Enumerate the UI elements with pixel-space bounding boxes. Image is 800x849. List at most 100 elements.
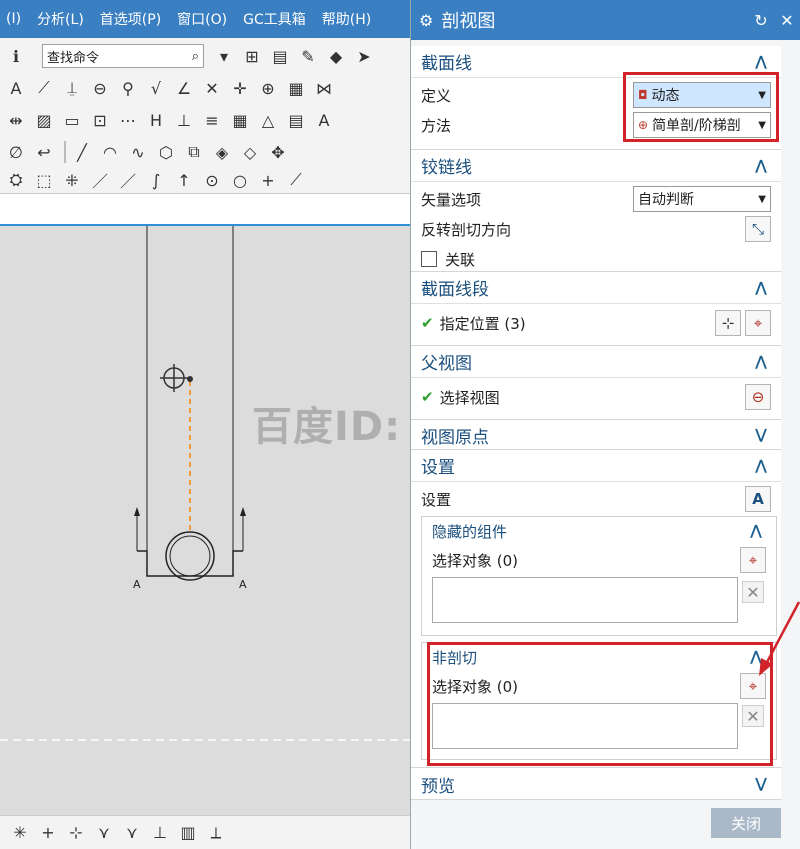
arrow-icon[interactable]: ⋈ (312, 76, 336, 100)
snap-center-icon[interactable]: ⊙ (200, 168, 224, 192)
shape-icon[interactable]: ⬡ (154, 140, 178, 164)
select-object-icon[interactable]: ⌖ (740, 547, 766, 573)
menu-item-help[interactable]: 帮助(H) (322, 9, 371, 29)
line-draw-icon[interactable]: ╱ (70, 140, 94, 164)
font-icon[interactable]: A (312, 108, 336, 132)
arc-icon[interactable]: ◠ (98, 140, 122, 164)
section-header-segment[interactable]: 截面线段 ⋀ (411, 272, 781, 304)
section-header-hinge[interactable]: 铰链线 ⋀ (411, 150, 781, 182)
search-icon[interactable]: ⌕ (192, 49, 199, 64)
hidden-object-list[interactable] (432, 577, 738, 623)
pin-icon[interactable]: ⍊ (60, 76, 84, 100)
section-header-parent[interactable]: 父视图 ⋀ (411, 346, 781, 378)
sub-header-hidden[interactable]: 隐藏的组件 ⋀ (422, 517, 776, 545)
chevron-down-icon[interactable]: ⋁ (751, 776, 771, 792)
zoom-icon[interactable]: ⊖ (88, 76, 112, 100)
snap-curve-icon[interactable]: ∫ (144, 168, 168, 192)
view-create-icon[interactable]: ⧉ (182, 140, 206, 164)
color-icon[interactable]: ◆ (324, 44, 348, 68)
target-icon[interactable]: ⊕ (256, 76, 280, 100)
snap-icon[interactable]: ✛ (228, 76, 252, 100)
dimension-icon[interactable]: ⇹ (4, 108, 28, 132)
undo-icon[interactable]: ↩ (32, 140, 56, 164)
pencil-icon[interactable]: ✎ (296, 44, 320, 68)
gear-icon[interactable]: ⚙ (419, 11, 433, 30)
snap-grid-icon[interactable]: ⁜ (60, 168, 84, 192)
triangle-icon[interactable]: △ (256, 108, 280, 132)
chevron-up-icon[interactable]: ⋀ (746, 523, 766, 539)
vector-select[interactable]: 自动判断 ▼ (633, 186, 771, 212)
dropdown-icon[interactable]: ▾ (212, 44, 236, 68)
menu-item-analysis[interactable]: 分析(L) (37, 9, 84, 29)
sheet-icon[interactable]: ▤ (284, 108, 308, 132)
drawing-canvas[interactable]: A A (0, 226, 410, 815)
select-view-icon[interactable]: ⊖ (745, 384, 771, 410)
perp-snap-icon[interactable]: ⊥ (148, 821, 172, 845)
angle-snap-icon[interactable]: ⋎ (92, 821, 116, 845)
chevron-up-icon[interactable]: ⋀ (751, 458, 771, 474)
hatch-icon[interactable]: ▨ (32, 108, 56, 132)
align-icon[interactable]: ⟂ (204, 821, 228, 845)
line-icon[interactable]: ⟋ (32, 76, 56, 100)
chart-icon[interactable]: ▥ (176, 821, 200, 845)
section-header-preview[interactable]: 预览 ⋁ (411, 768, 781, 800)
arrow-icon[interactable]: ➤ (352, 44, 376, 68)
frame-icon[interactable]: ▭ (60, 108, 84, 132)
angle-snap2-icon[interactable]: ⋎ (120, 821, 144, 845)
menu-item-window[interactable]: 窗口(O) (177, 9, 227, 29)
snap-quadrant-icon[interactable]: ○ (228, 168, 252, 192)
section-header-origin[interactable]: 视图原点 ⋁ (411, 420, 781, 450)
table-icon[interactable]: ▦ (228, 108, 252, 132)
circle-slash-icon[interactable]: ∅ (4, 140, 28, 164)
snap-line-icon[interactable]: ／ (88, 168, 112, 192)
layers-icon[interactable]: ▤ (268, 44, 292, 68)
select-icon[interactable]: ⬚ (32, 168, 56, 192)
snap-point-icon[interactable]: ／ (116, 168, 140, 192)
measure-icon[interactable]: ⚲ (116, 76, 140, 100)
chevron-up-icon[interactable]: ⋀ (751, 354, 771, 370)
angle-icon[interactable]: ∠ (172, 76, 196, 100)
check-icon[interactable]: √ (144, 76, 168, 100)
filter-icon[interactable]: ⛭ (4, 168, 28, 192)
settings-style-icon[interactable]: A (745, 486, 771, 512)
command-search-input[interactable]: 查找命令 ⌕ (42, 44, 204, 68)
snap-tangent-icon[interactable]: ⟋ (284, 168, 308, 192)
image-icon[interactable]: ▦ (284, 76, 308, 100)
datum-icon[interactable]: ⊥ (172, 108, 196, 132)
abc-icon[interactable]: ≡ (200, 108, 224, 132)
point-icon[interactable]: ⊹ (64, 821, 88, 845)
assoc-checkbox[interactable] (421, 251, 437, 267)
menu-item-preferences[interactable]: 首选项(P) (100, 9, 161, 29)
menu-item-i[interactable]: (I) (6, 11, 21, 27)
tolerance-icon[interactable]: ⊡ (88, 108, 112, 132)
text-icon[interactable]: A (4, 76, 28, 100)
menu-item-gc-toolbox[interactable]: GC工具箱 (243, 9, 306, 29)
chevron-up-icon[interactable]: ⋀ (751, 54, 771, 70)
reset-icon[interactable]: ↻ (748, 11, 774, 30)
info-icon[interactable]: ℹ (4, 44, 28, 68)
section-icon[interactable]: ◈ (210, 140, 234, 164)
toolbar-area: ℹ 查找命令 ⌕ ▾ ⊞ ▤ ✎ ◆ ➤ A ⟋ ⍊ ⊖ ⚲ √ ∠ ✕ ✛ ⊕… (0, 38, 410, 194)
grid-icon[interactable]: ⋯ (116, 108, 140, 132)
cross-icon[interactable]: ✕ (200, 76, 224, 100)
detail-icon[interactable]: ✥ (266, 140, 290, 164)
fit-icon[interactable]: H (144, 108, 168, 132)
plus-icon[interactable]: + (36, 821, 60, 845)
dialog-title-bar: ⚙ 剖视图 ↻ ✕ (411, 0, 800, 40)
close-button[interactable]: 关闭 (711, 808, 781, 838)
snap-intersect-icon[interactable]: + (256, 168, 280, 192)
section-header-settings[interactable]: 设置 ⋀ (411, 450, 781, 482)
spline-icon[interactable]: ∿ (126, 140, 150, 164)
chevron-up-icon[interactable]: ⋀ (751, 280, 771, 296)
snap-star-icon[interactable]: ✳ (8, 821, 32, 845)
chevron-down-icon[interactable]: ⋁ (751, 427, 771, 443)
view-icon[interactable]: ⊞ (240, 44, 264, 68)
break-icon[interactable]: ◇ (238, 140, 262, 164)
snap-perp-icon[interactable]: ↑ (172, 168, 196, 192)
reverse-direction-icon[interactable]: ⤡ (745, 216, 771, 242)
chevron-up-icon[interactable]: ⋀ (751, 158, 771, 174)
add-point-icon[interactable]: ⊹ (715, 310, 741, 336)
point-dialog-icon[interactable]: ⌖ (745, 310, 771, 336)
close-icon[interactable]: ✕ (774, 11, 800, 30)
highlight-box (623, 72, 779, 142)
